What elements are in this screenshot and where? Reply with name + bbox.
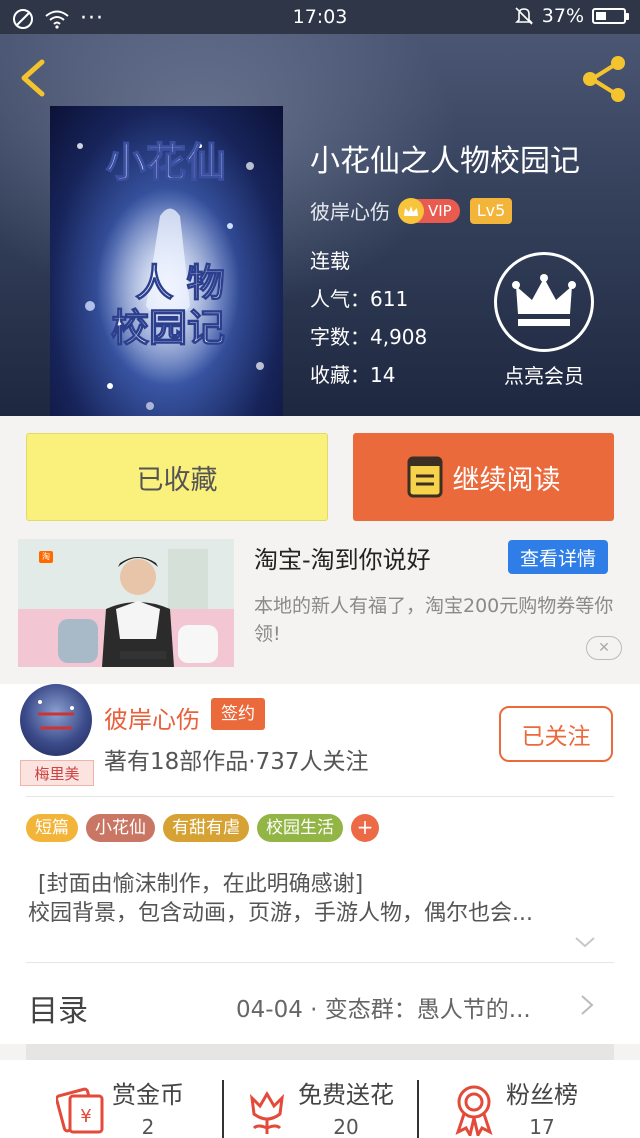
stat-value: 2 xyxy=(141,1115,155,1138)
flower-icon xyxy=(249,1091,285,1134)
tag-chip[interactable]: 短篇 xyxy=(26,814,78,842)
tag-list: 短篇 小花仙 有甜有虐 校园生活 + xyxy=(26,814,379,842)
chevron-right-icon xyxy=(581,995,594,1015)
member-button[interactable]: 点亮会员 xyxy=(494,252,594,389)
author-avatar[interactable] xyxy=(20,684,92,756)
author-stats: 著有18部作品·737人关注 xyxy=(104,749,369,775)
chevron-down-icon xyxy=(575,937,595,948)
chevron-left-icon xyxy=(21,59,45,97)
avatar-tag: 梅里美 xyxy=(20,760,94,786)
stat-label: 赏金币 xyxy=(112,1081,184,1109)
divider xyxy=(417,1080,419,1138)
member-circle xyxy=(494,252,594,352)
ad-image[interactable]: 淘 xyxy=(18,539,234,667)
ad-source-tag: 淘 xyxy=(39,551,53,563)
book-status: 连载 xyxy=(310,249,350,273)
catalog-label: 目录 xyxy=(28,994,88,1029)
action-buttons: 已收藏 继续阅读 xyxy=(26,433,614,521)
crown-icon xyxy=(512,274,576,326)
intro-line: 校园背景，包含动画，页游，手游人物，偶尔也会... xyxy=(28,901,533,926)
latest-chapter: 04-04 · 变态群：愚人节的... xyxy=(236,997,531,1023)
expand-button[interactable] xyxy=(572,932,598,952)
battery-icon xyxy=(592,8,629,24)
catalog-row[interactable]: 目录 04-04 · 变态群：愚人节的... xyxy=(0,962,640,1044)
fan-ranking-button[interactable]: 粉丝榜 17 xyxy=(450,1080,578,1138)
status-bar: ··· 17:03 37% xyxy=(0,0,640,34)
book-author[interactable]: 彼岸心伤 xyxy=(310,196,390,225)
ad-description: 本地的新人有福了，淘宝200元购物券等你领! xyxy=(254,595,614,645)
member-label: 点亮会员 xyxy=(504,364,584,388)
vip-label: VIP xyxy=(428,201,452,220)
book-cover[interactable]: 小花仙 人 物 校园记 xyxy=(50,106,283,416)
divider xyxy=(26,962,614,963)
tag-chip[interactable]: 校园生活 xyxy=(257,814,343,842)
medal-icon xyxy=(455,1085,493,1136)
level-badge: Lv5 xyxy=(469,197,513,224)
signed-badge: 签约 xyxy=(211,698,265,730)
favorited-button[interactable]: 已收藏 xyxy=(26,433,328,521)
crown-icon xyxy=(398,197,424,224)
book-author-row: 彼岸心伤 VIP Lv5 xyxy=(310,196,513,225)
follow-label: 已关注 xyxy=(521,724,591,750)
continue-reading-button[interactable]: 继续阅读 xyxy=(353,433,614,521)
book-intro[interactable]: [封面由愉沫制作，在此明确感谢] 校园背景，包含动画，页游，手游人物，偶尔也会.… xyxy=(28,870,608,928)
book-popularity: 人气：611 xyxy=(310,287,409,311)
share-icon xyxy=(583,56,625,102)
vip-badge: VIP xyxy=(398,197,460,224)
status-right: 37% xyxy=(514,5,629,27)
divider xyxy=(222,1080,224,1138)
back-button[interactable] xyxy=(14,56,54,100)
tag-chip[interactable]: 小花仙 xyxy=(86,814,155,842)
book-icon xyxy=(407,456,442,498)
close-icon: ✕ xyxy=(598,640,610,656)
ad-close-button[interactable]: ✕ xyxy=(586,636,622,660)
ad-banner[interactable]: 淘 淘宝-淘到你说好 查看详情 本地的新人有福了，淘宝200元购物券等你领! ✕ xyxy=(0,530,640,670)
section-gap xyxy=(26,1044,614,1060)
ad-detail-button[interactable]: 查看详情 xyxy=(508,540,608,574)
battery-percent: 37% xyxy=(541,5,584,27)
send-flowers-button[interactable]: 免费送花 20 xyxy=(242,1080,394,1138)
favorited-label: 已收藏 xyxy=(136,464,218,496)
tags-intro-section: 短篇 小花仙 有甜有虐 校园生活 + [封面由愉沫制作，在此明确感谢] 校园背景… xyxy=(0,796,640,962)
tag-chip[interactable]: 有甜有虐 xyxy=(163,814,249,842)
stat-label: 粉丝榜 xyxy=(506,1081,578,1109)
red-envelope-icon: ¥ xyxy=(56,1087,104,1134)
continue-reading-label: 继续阅读 xyxy=(452,464,561,496)
cover-art: 小花仙 人 物 校园记 xyxy=(77,139,264,410)
cover-title-top: 小花仙 xyxy=(106,140,226,186)
cover-title-mid: 人 物 xyxy=(135,261,224,305)
book-word-count: 字数：4,908 xyxy=(310,325,428,349)
bottom-stats: ¥ 赏金币 2 免费送花 20 粉丝榜 17 xyxy=(0,1060,640,1138)
divider xyxy=(26,796,614,797)
book-favorites: 收藏：14 xyxy=(310,363,396,387)
share-button[interactable] xyxy=(578,54,630,104)
stat-value: 17 xyxy=(529,1115,555,1138)
mute-bell-icon xyxy=(514,7,533,25)
follow-button[interactable]: 已关注 xyxy=(499,706,613,762)
book-header: 小花仙 人 物 校园记 小花仙之人物校园记 彼岸心伤 VIP Lv5 连载 人气… xyxy=(0,34,640,416)
book-title: 小花仙之人物校园记 xyxy=(310,144,580,179)
ad-title: 淘宝-淘到你说好 xyxy=(254,546,431,574)
svg-text:¥: ¥ xyxy=(80,1106,91,1127)
author-name[interactable]: 彼岸心伤 xyxy=(104,700,200,735)
reward-coins-button[interactable]: ¥ 赏金币 2 xyxy=(56,1080,184,1138)
intro-line: [封面由愉沫制作，在此明确感谢] xyxy=(38,872,364,897)
stat-value: 20 xyxy=(333,1115,359,1138)
avatar-art xyxy=(38,700,74,730)
author-card: 梅里美 彼岸心伤 签约 著有18部作品·737人关注 已关注 xyxy=(0,684,640,796)
add-tag-button[interactable]: + xyxy=(351,814,379,842)
stat-label: 免费送花 xyxy=(298,1081,394,1109)
cover-title-bottom: 校园记 xyxy=(111,306,225,350)
book-info: 连载 人气：611 字数：4,908 收藏：14 xyxy=(310,242,427,394)
